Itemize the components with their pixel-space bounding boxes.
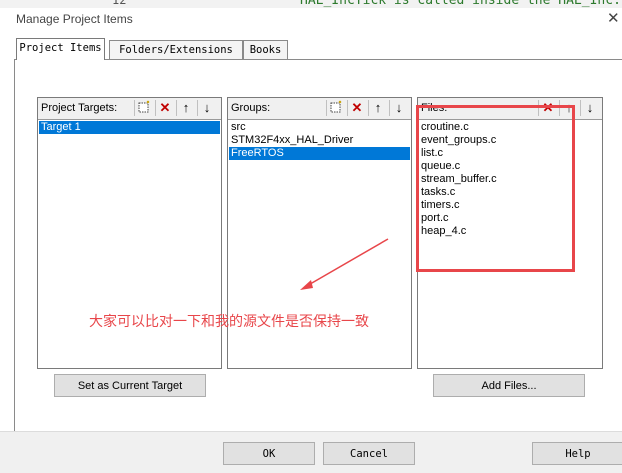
dialog-footer: OK Cancel Help	[0, 431, 622, 473]
help-button[interactable]: Help	[532, 442, 622, 465]
ok-button[interactable]: OK	[223, 442, 315, 465]
annotation-text: 大家可以比对一下和我的源文件是否保持一致	[89, 313, 369, 329]
tab-project-items[interactable]: Project Items	[16, 38, 105, 60]
set-current-target-button[interactable]: Set as Current Target	[54, 374, 206, 397]
annotation-arrow	[300, 238, 389, 290]
cancel-button[interactable]: Cancel	[323, 442, 415, 465]
add-files-button[interactable]: Add Files...	[433, 374, 585, 397]
